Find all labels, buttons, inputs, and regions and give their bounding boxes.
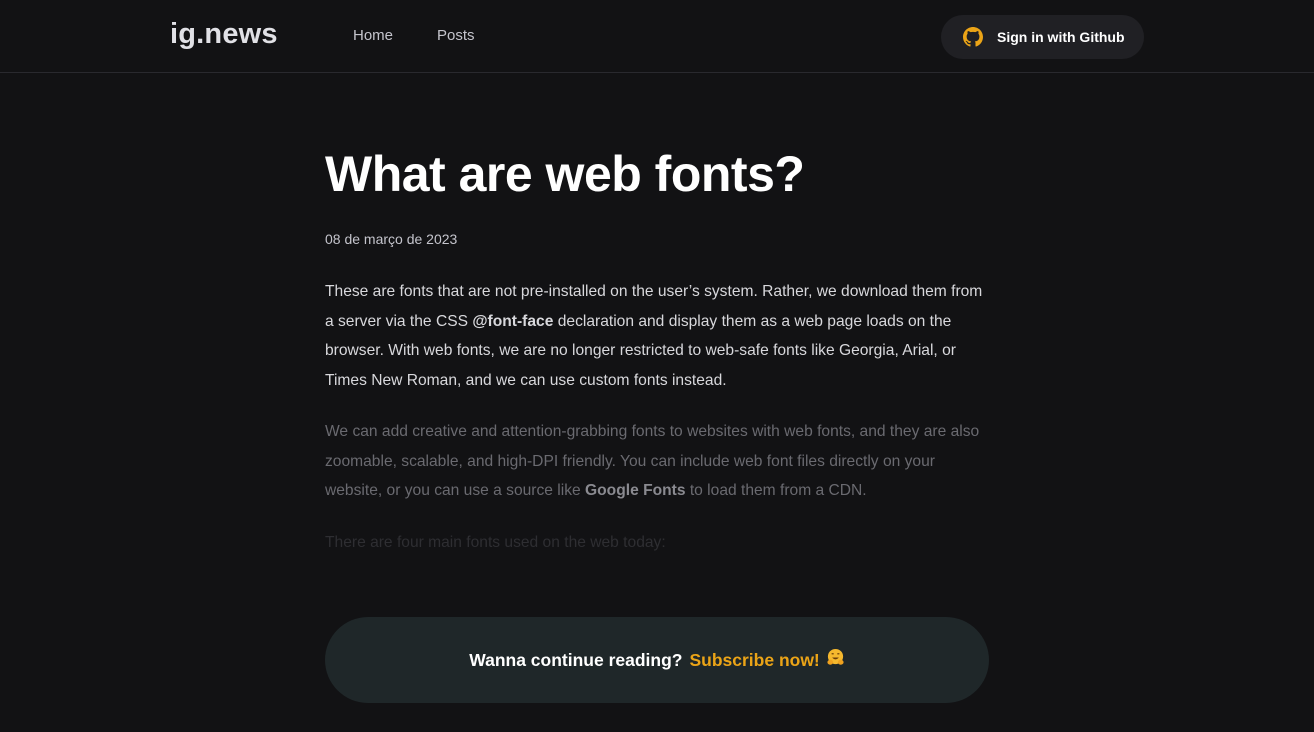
paragraph-text: to load them from a CDN. — [685, 482, 867, 499]
site-logo[interactable]: ig.news — [170, 18, 278, 51]
article-paragraph: These are fonts that are not pre-install… — [325, 277, 990, 395]
sign-in-github-label: Sign in with Github — [997, 29, 1125, 45]
sign-in-github-button[interactable]: Sign in with Github — [941, 15, 1144, 59]
article-date: 08 de março de 2023 — [325, 231, 458, 247]
paragraph-bold-text: @font-face — [472, 312, 554, 330]
hugging-face-emoji-icon — [826, 648, 845, 667]
nav-link-home[interactable]: Home — [353, 27, 393, 44]
paragraph-bold-text: Google Fonts — [585, 482, 686, 499]
continue-reading-text: Wanna continue reading? — [469, 649, 683, 670]
nav-link-posts[interactable]: Posts — [437, 27, 475, 44]
github-icon — [963, 27, 983, 47]
article-paragraph-faded: We can add creative and attention-grabbi… — [325, 417, 990, 506]
article-paragraph-faded: There are four main fonts used on the we… — [325, 534, 666, 551]
article-title: What are web fonts? — [325, 146, 805, 202]
continue-reading-banner[interactable]: Wanna continue reading? Subscribe now! — [325, 617, 989, 703]
site-header: ig.news Home Posts Sign in with Github — [0, 0, 1314, 73]
subscribe-link[interactable]: Subscribe now! — [689, 650, 819, 671]
